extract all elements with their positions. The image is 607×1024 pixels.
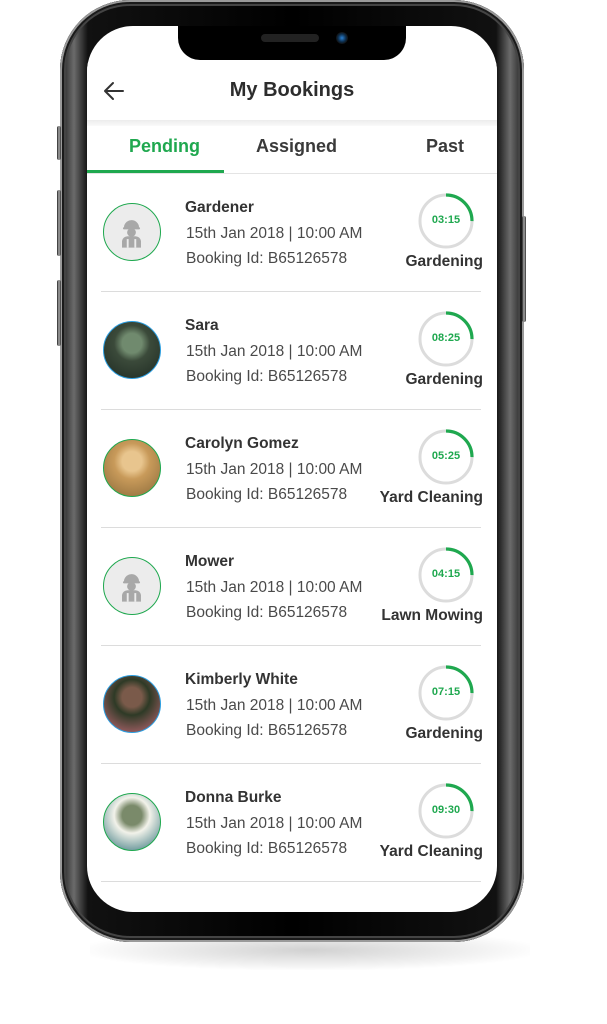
page-title: My Bookings — [229, 79, 355, 101]
booking-name: Mower — [185, 553, 235, 570]
booking-row[interactable]: Sara 15th Jan 2018 | 10:00 AM Booking Id… — [87, 292, 497, 410]
booking-name: Sara — [185, 317, 219, 334]
timer-value: 05:25 — [431, 450, 461, 462]
volume-up-button — [57, 190, 61, 256]
booking-datetime: 15th Jan 2018 | 10:00 AM — [186, 697, 363, 714]
timer-value: 04:15 — [431, 568, 461, 580]
booking-row[interactable]: Donna Burke 15th Jan 2018 | 10:00 AM Boo… — [87, 764, 497, 882]
booking-id: Booking Id: B65126578 — [186, 722, 348, 739]
notch — [178, 26, 406, 60]
booking-datetime: 15th Jan 2018 | 10:00 AM — [186, 225, 363, 242]
avatar-photo — [103, 439, 161, 497]
tab-pending[interactable]: Pending — [129, 136, 200, 157]
booking-row[interactable]: Mower 15th Jan 2018 | 10:00 AM Booking I… — [87, 528, 497, 646]
service-type: Yard Cleaning — [379, 489, 483, 506]
booking-id: Booking Id: B65126578 — [186, 486, 348, 503]
booking-datetime: 15th Jan 2018 | 10:00 AM — [186, 461, 363, 478]
countdown-timer: 05:25 — [417, 428, 475, 486]
booking-name: Carolyn Gomez — [185, 435, 299, 452]
app-bar: My Bookings — [87, 62, 497, 120]
countdown-timer: 08:25 — [417, 310, 475, 368]
booking-row[interactable]: Kimberly White 15th Jan 2018 | 10:00 AM … — [87, 646, 497, 764]
worker-placeholder-icon — [122, 574, 141, 602]
booking-row[interactable]: Gardener 15th Jan 2018 | 10:00 AM Bookin… — [87, 174, 497, 292]
service-type: Gardening — [405, 253, 483, 270]
avatar — [103, 557, 161, 615]
tab-assigned[interactable]: Assigned — [256, 136, 337, 157]
service-type: Gardening — [405, 371, 483, 388]
tab-bar: Pending Assigned Past — [87, 126, 497, 174]
service-type: Gardening — [405, 725, 483, 742]
avatar-photo — [103, 675, 161, 733]
active-tab-indicator — [87, 170, 224, 173]
countdown-timer: 03:15 — [417, 192, 475, 250]
tab-past[interactable]: Past — [426, 136, 464, 157]
speaker-grille — [261, 34, 319, 42]
booking-id: Booking Id: B65126578 — [186, 368, 348, 385]
booking-id: Booking Id: B65126578 — [186, 250, 348, 267]
front-camera — [336, 32, 348, 44]
booking-datetime: 15th Jan 2018 | 10:00 AM — [186, 579, 363, 596]
booking-id: Booking Id: B65126578 — [186, 604, 348, 621]
worker-placeholder-icon — [122, 220, 141, 248]
power-button — [522, 216, 526, 322]
avatar — [103, 203, 161, 261]
mute-switch — [57, 126, 61, 160]
service-type: Lawn Mowing — [381, 607, 483, 624]
avatar-photo — [103, 321, 161, 379]
screen: My Bookings Pending Assigned Past Garden… — [87, 26, 497, 912]
booking-row[interactable]: Carolyn Gomez 15th Jan 2018 | 10:00 AM B… — [87, 410, 497, 528]
volume-down-button — [57, 280, 61, 346]
timer-value: 03:15 — [431, 214, 461, 226]
booking-datetime: 15th Jan 2018 | 10:00 AM — [186, 815, 363, 832]
row-divider — [101, 881, 481, 882]
booking-name: Gardener — [185, 199, 254, 216]
booking-name: Donna Burke — [185, 789, 282, 806]
booking-id: Booking Id: B65126578 — [186, 840, 348, 857]
countdown-timer: 09:30 — [417, 782, 475, 840]
countdown-timer: 07:15 — [417, 664, 475, 722]
bookings-list: Gardener 15th Jan 2018 | 10:00 AM Bookin… — [87, 174, 497, 882]
timer-value: 08:25 — [431, 332, 461, 344]
timer-value: 07:15 — [431, 686, 461, 698]
booking-name: Kimberly White — [185, 671, 298, 688]
booking-datetime: 15th Jan 2018 | 10:00 AM — [186, 343, 363, 360]
countdown-timer: 04:15 — [417, 546, 475, 604]
avatar-photo — [103, 793, 161, 851]
service-type: Yard Cleaning — [379, 843, 483, 860]
timer-value: 09:30 — [431, 804, 461, 816]
